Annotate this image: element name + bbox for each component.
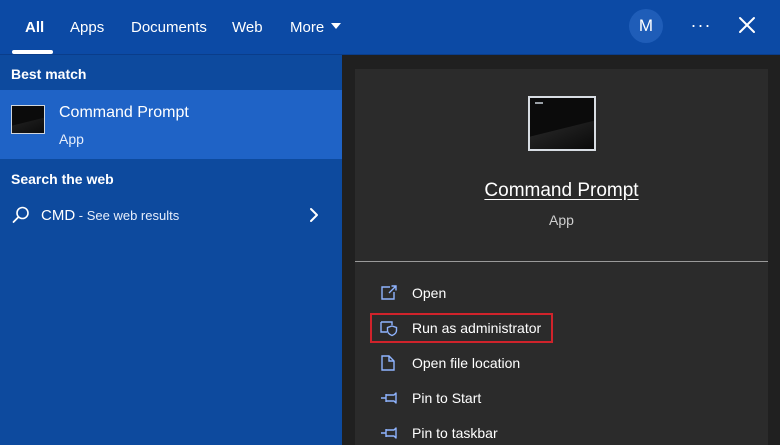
folder-icon (381, 355, 395, 371)
action-open-label: Open (412, 285, 447, 301)
search-web-heading: Search the web (11, 171, 114, 187)
avatar-initial: M (638, 16, 654, 35)
tab-documents[interactable]: Documents (131, 0, 207, 55)
close-icon (739, 17, 755, 33)
tab-apps-label: Apps (70, 19, 105, 36)
tab-apps[interactable]: Apps (70, 0, 104, 55)
pin-icon (381, 392, 397, 404)
user-avatar[interactable]: M (629, 9, 663, 43)
tab-web-label: Web (232, 19, 263, 36)
tab-all[interactable]: All (25, 0, 44, 55)
highlight-box (370, 313, 553, 343)
preview-pane: Command Prompt App Open Run as administr… (342, 55, 780, 445)
action-pin-to-taskbar-label: Pin to taskbar (412, 425, 498, 441)
tab-all-label: All (25, 19, 45, 36)
command-prompt-icon (11, 105, 45, 134)
open-icon (381, 285, 397, 300)
web-query: CMD (41, 207, 76, 224)
best-match-subtitle: App (59, 131, 84, 147)
results-pane: Best match Command Prompt App Search the… (0, 55, 342, 445)
close-button[interactable] (734, 12, 760, 38)
action-pin-to-taskbar[interactable]: Pin to taskbar (355, 417, 768, 445)
caret-down-icon (331, 22, 342, 29)
tab-documents-label: Documents (131, 19, 207, 36)
web-suffix: - See web results (75, 208, 180, 223)
action-open-file-location-label: Open file location (412, 355, 521, 371)
search-topbar: All Apps Documents Web More M ··· (0, 0, 780, 55)
tab-more[interactable]: More (290, 0, 342, 55)
best-match-title: Command Prompt (59, 104, 189, 121)
search-icon (12, 206, 29, 223)
best-match-item[interactable]: Command Prompt App (0, 90, 342, 159)
tab-more-label: More (290, 19, 325, 36)
web-result-item[interactable]: CMD - See web results (0, 199, 342, 233)
divider (355, 261, 768, 262)
command-prompt-large-icon (528, 96, 596, 151)
app-title-link[interactable]: Command Prompt (355, 180, 768, 202)
action-pin-to-start[interactable]: Pin to Start (355, 382, 768, 414)
best-match-heading: Best match (11, 66, 87, 82)
app-type-label: App (549, 212, 574, 228)
pin-icon (381, 427, 397, 439)
action-open-file-location[interactable]: Open file location (355, 347, 768, 379)
active-tab-indicator (12, 50, 53, 54)
action-open[interactable]: Open (355, 277, 768, 309)
action-pin-to-start-label: Pin to Start (412, 390, 482, 406)
app-detail-card: Command Prompt App Open Run as administr… (355, 69, 768, 445)
web-result-text: CMD - See web results (41, 207, 179, 224)
more-options-button[interactable]: ··· (688, 10, 714, 40)
ellipsis-icon: ··· (690, 14, 712, 35)
tab-web[interactable]: Web (232, 0, 263, 55)
chevron-right-icon (310, 208, 318, 222)
